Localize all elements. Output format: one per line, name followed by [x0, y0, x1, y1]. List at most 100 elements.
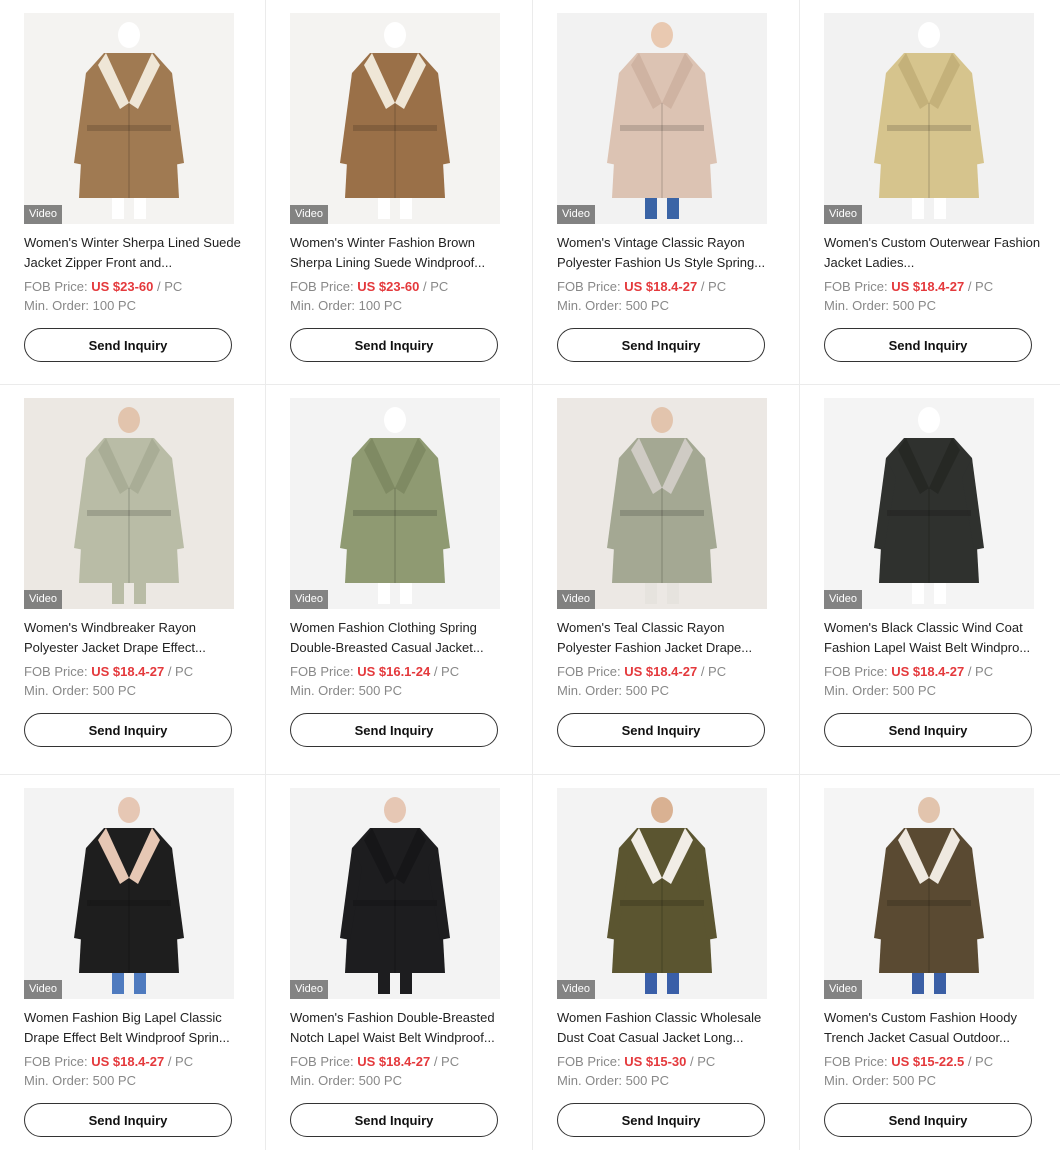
product-title[interactable]: Women's Custom Fashion Hoody Trench Jack… [824, 1008, 1042, 1048]
coat-illustration [24, 13, 234, 224]
product-image[interactable]: Video [557, 398, 767, 609]
price-line: FOB Price: US $23-60 / PC [24, 279, 182, 294]
price-label: FOB Price: [557, 1054, 621, 1069]
price-unit: / PC [422, 279, 449, 294]
price-line: FOB Price: US $18.4-27 / PC [290, 1054, 459, 1069]
price-value: US $18.4-27 [624, 664, 698, 679]
product-image[interactable]: Video [824, 13, 1034, 224]
price-unit: / PC [433, 1054, 460, 1069]
product-image[interactable]: Video [290, 398, 500, 609]
product-title[interactable]: Women's Teal Classic Rayon Polyester Fas… [557, 618, 775, 658]
send-inquiry-button[interactable]: Send Inquiry [557, 328, 765, 362]
send-inquiry-button[interactable]: Send Inquiry [24, 713, 232, 747]
product-title[interactable]: Women's Fashion Double-Breasted Notch La… [290, 1008, 508, 1048]
send-inquiry-button[interactable]: Send Inquiry [824, 713, 1032, 747]
send-inquiry-button[interactable]: Send Inquiry [290, 328, 498, 362]
product-image[interactable]: Video [557, 788, 767, 999]
product-card[interactable]: Video Women's Custom Outerwear Fashion Ja… [800, 0, 1060, 385]
video-badge[interactable]: Video [557, 980, 595, 999]
video-badge[interactable]: Video [557, 205, 595, 224]
video-badge[interactable]: Video [290, 980, 328, 999]
price-unit: / PC [967, 279, 994, 294]
video-badge[interactable]: Video [290, 205, 328, 224]
coat-illustration [557, 13, 767, 224]
product-image[interactable]: Video [824, 398, 1034, 609]
product-card[interactable]: Video Women Fashion Classic Wholesale Dus… [533, 775, 800, 1150]
product-title[interactable]: Women's Winter Fashion Brown Sherpa Lini… [290, 233, 508, 273]
video-badge[interactable]: Video [824, 980, 862, 999]
product-card[interactable]: Video Women's Vintage Classic Rayon Polye… [533, 0, 800, 385]
price-label: FOB Price: [290, 664, 354, 679]
price-line: FOB Price: US $16.1-24 / PC [290, 664, 459, 679]
product-image[interactable]: Video [290, 13, 500, 224]
min-order: Min. Order: 100 PC [24, 298, 136, 313]
price-label: FOB Price: [824, 1054, 888, 1069]
video-badge[interactable]: Video [24, 205, 62, 224]
coat-illustration [824, 788, 1034, 999]
price-value: US $18.4-27 [357, 1054, 431, 1069]
send-inquiry-button[interactable]: Send Inquiry [290, 1103, 498, 1137]
product-card[interactable]: Video Women's Winter Fashion Brown Sherpa… [266, 0, 533, 385]
price-line: FOB Price: US $15-30 / PC [557, 1054, 715, 1069]
product-image[interactable]: Video [824, 788, 1034, 999]
coat-illustration [824, 13, 1034, 224]
product-card[interactable]: Video Women's Black Classic Wind Coat Fas… [800, 385, 1060, 775]
price-label: FOB Price: [24, 279, 88, 294]
video-badge[interactable]: Video [24, 980, 62, 999]
price-unit: / PC [700, 279, 727, 294]
product-title[interactable]: Women's Winter Sherpa Lined Suede Jacket… [24, 233, 242, 273]
product-image[interactable]: Video [24, 13, 234, 224]
price-value: US $18.4-27 [891, 279, 965, 294]
video-badge[interactable]: Video [824, 590, 862, 609]
product-grid: Video Women's Winter Sherpa Lined Suede J… [0, 0, 1060, 1150]
product-card[interactable]: Video Women's Custom Fashion Hoody Trench… [800, 775, 1060, 1150]
product-title[interactable]: Women Fashion Big Lapel Classic Drape Ef… [24, 1008, 242, 1048]
price-label: FOB Price: [24, 1054, 88, 1069]
min-order: Min. Order: 500 PC [290, 1073, 402, 1088]
coat-illustration [557, 788, 767, 999]
price-unit: / PC [433, 664, 460, 679]
price-label: FOB Price: [824, 664, 888, 679]
send-inquiry-button[interactable]: Send Inquiry [24, 1103, 232, 1137]
video-badge[interactable]: Video [557, 590, 595, 609]
product-title[interactable]: Women Fashion Classic Wholesale Dust Coa… [557, 1008, 775, 1048]
product-image[interactable]: Video [24, 788, 234, 999]
price-label: FOB Price: [290, 279, 354, 294]
send-inquiry-button[interactable]: Send Inquiry [824, 328, 1032, 362]
coat-illustration [824, 398, 1034, 609]
product-card[interactable]: Video Women's Teal Classic Rayon Polyeste… [533, 385, 800, 775]
send-inquiry-button[interactable]: Send Inquiry [290, 713, 498, 747]
send-inquiry-button[interactable]: Send Inquiry [824, 1103, 1032, 1137]
min-order: Min. Order: 100 PC [290, 298, 402, 313]
product-title[interactable]: Women's Vintage Classic Rayon Polyester … [557, 233, 775, 273]
product-title[interactable]: Women's Custom Outerwear Fashion Jacket … [824, 233, 1042, 273]
product-card[interactable]: Video Women Fashion Big Lapel Classic Dra… [0, 775, 266, 1150]
product-card[interactable]: Video Women's Windbreaker Rayon Polyester… [0, 385, 266, 775]
price-value: US $23-60 [357, 279, 420, 294]
price-value: US $18.4-27 [624, 279, 698, 294]
min-order: Min. Order: 500 PC [290, 683, 402, 698]
send-inquiry-button[interactable]: Send Inquiry [24, 328, 232, 362]
price-line: FOB Price: US $18.4-27 / PC [557, 279, 726, 294]
price-value: US $16.1-24 [357, 664, 431, 679]
price-unit: / PC [156, 279, 183, 294]
send-inquiry-button[interactable]: Send Inquiry [557, 1103, 765, 1137]
product-title[interactable]: Women Fashion Clothing Spring Double-Bre… [290, 618, 508, 658]
video-badge[interactable]: Video [824, 205, 862, 224]
price-unit: / PC [167, 664, 194, 679]
product-image[interactable]: Video [290, 788, 500, 999]
product-image[interactable]: Video [557, 13, 767, 224]
price-line: FOB Price: US $18.4-27 / PC [24, 664, 193, 679]
product-card[interactable]: Video Women's Winter Sherpa Lined Suede J… [0, 0, 266, 385]
product-card[interactable]: Video Women Fashion Clothing Spring Doubl… [266, 385, 533, 775]
video-badge[interactable]: Video [290, 590, 328, 609]
video-badge[interactable]: Video [24, 590, 62, 609]
product-card[interactable]: Video Women's Fashion Double-Breasted Not… [266, 775, 533, 1150]
price-unit: / PC [167, 1054, 194, 1069]
send-inquiry-button[interactable]: Send Inquiry [557, 713, 765, 747]
product-title[interactable]: Women's Black Classic Wind Coat Fashion … [824, 618, 1042, 658]
product-image[interactable]: Video [24, 398, 234, 609]
coat-illustration [24, 788, 234, 999]
product-title[interactable]: Women's Windbreaker Rayon Polyester Jack… [24, 618, 242, 658]
min-order: Min. Order: 500 PC [824, 298, 936, 313]
